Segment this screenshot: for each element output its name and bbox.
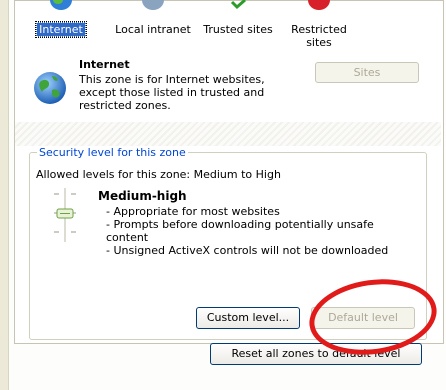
description-item: - Unsigned ActiveX controls will not be … bbox=[106, 244, 389, 257]
zone-description: This zone is for Internet websites, exce… bbox=[79, 73, 265, 112]
description-item: - Prompts before downloading potentially… bbox=[106, 218, 374, 244]
zone-restricted-sites[interactable]: Restricted sites bbox=[282, 0, 356, 49]
sites-button[interactable]: Sites bbox=[315, 62, 419, 83]
zone-restricted-sites-label: Restricted sites bbox=[291, 23, 347, 49]
globe-icon bbox=[50, 0, 72, 10]
security-level-name: Medium-high bbox=[98, 189, 187, 203]
restricted-sites-icon bbox=[308, 0, 330, 10]
window-left-edge bbox=[0, 0, 9, 390]
zone-local-intranet[interactable]: Local intranet bbox=[112, 0, 194, 36]
intranet-icon bbox=[142, 0, 164, 10]
security-group-title: Security level for this zone bbox=[37, 146, 188, 159]
description-item: - Appropriate for most websites bbox=[106, 205, 280, 218]
zone-trusted-sites-label: Trusted sites bbox=[203, 23, 273, 36]
zone-local-intranet-label: Local intranet bbox=[115, 23, 191, 36]
allowed-levels-text: Allowed levels for this zone: Medium to … bbox=[36, 168, 281, 181]
section-separator bbox=[15, 122, 441, 146]
custom-level-button[interactable]: Custom level... bbox=[196, 307, 300, 329]
security-level-description: - Appropriate for most websites - Prompt… bbox=[106, 205, 396, 257]
globe-icon bbox=[34, 72, 66, 104]
zone-internet[interactable]: Internet bbox=[30, 0, 92, 38]
zone-trusted-sites[interactable]: Trusted sites bbox=[200, 0, 276, 36]
security-level-slider[interactable] bbox=[50, 186, 80, 244]
zone-internet-label: Internet bbox=[35, 21, 87, 38]
zone-title: Internet bbox=[79, 58, 130, 71]
trusted-sites-icon bbox=[230, 0, 246, 10]
